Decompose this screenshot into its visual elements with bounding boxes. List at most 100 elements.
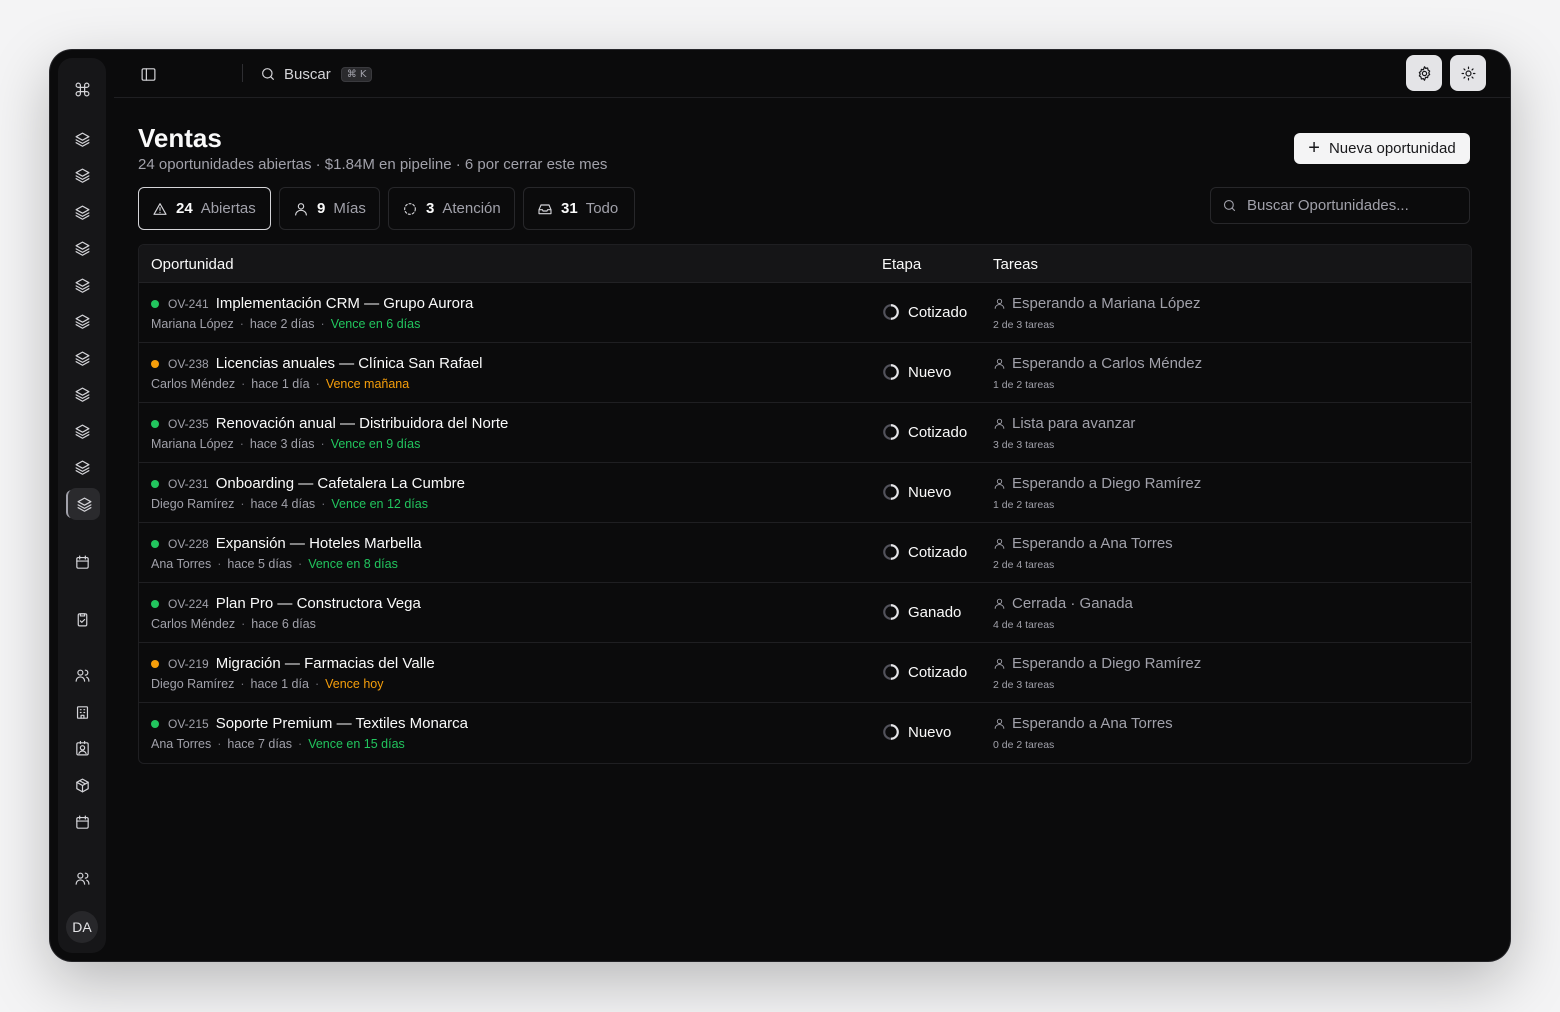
stage-cell[interactable]: Nuevo <box>882 723 951 741</box>
user-icon <box>994 418 1005 429</box>
layers-icon[interactable] <box>66 232 98 264</box>
layers-icon[interactable] <box>66 123 98 155</box>
task-status-text: Esperando a Diego Ramírez <box>1012 655 1202 672</box>
progress-ring-icon <box>883 604 899 620</box>
clipboard-check-icon[interactable] <box>66 603 98 635</box>
column-header[interactable]: Tareas <box>993 256 1038 273</box>
owner-name: Diego Ramírez <box>151 677 235 691</box>
filter-todo[interactable]: 31 Todo <box>523 187 635 230</box>
table-row[interactable]: OV-215 Soporte Premium — Textiles Monarca… <box>139 703 1471 762</box>
table-row[interactable]: OV-224 Plan Pro — Constructora Vega Carlos… <box>139 583 1471 643</box>
time-ago: hace 6 días <box>251 617 316 631</box>
table-row[interactable]: OV-241 Implementación CRM — Grupo Aurora M… <box>139 283 1471 343</box>
stage-label: Nuevo <box>908 363 952 381</box>
stage-cell[interactable]: Ganado <box>882 603 961 621</box>
new-opportunity-label: Nueva oportunidad <box>1328 140 1456 157</box>
user-icon <box>994 658 1005 669</box>
task-count: 2 de 3 tareas <box>993 319 1055 331</box>
new-opportunity-button[interactable]: + Nueva oportunidad <box>1294 133 1470 164</box>
users-icon[interactable] <box>66 862 98 894</box>
user-icon <box>994 598 1005 609</box>
filter-mias[interactable]: 9 Mías <box>279 187 380 230</box>
sun-icon <box>1461 66 1475 80</box>
table-row[interactable]: OV-231 Onboarding — Cafetalera La Cumbre D… <box>139 463 1471 523</box>
opportunity-title[interactable]: Soporte Premium — Textiles Monarca <box>216 715 468 732</box>
search-input[interactable] <box>1245 196 1469 215</box>
opportunity-meta: Ana Torres · hace 5 días · Vence en 8 días <box>151 557 398 571</box>
filter-label: Mías <box>333 200 366 217</box>
layers-icon[interactable] <box>66 305 98 337</box>
task-count: 1 de 2 tareas <box>993 499 1055 511</box>
dashed-circle-icon <box>404 202 416 215</box>
owner-name: Ana Torres <box>151 737 212 751</box>
stage-label: Cotizado <box>908 423 968 441</box>
filter-atencion[interactable]: 3 Atención <box>388 187 515 230</box>
sidebar-toggle-icon[interactable] <box>136 62 160 86</box>
layers-icon[interactable] <box>66 159 98 191</box>
avatar[interactable]: DA <box>66 911 98 943</box>
table-row[interactable]: OV-228 Expansión — Hoteles Marbella Ana To… <box>139 523 1471 583</box>
progress-ring-icon <box>883 364 899 380</box>
task-status-text: Esperando a Diego Ramírez <box>1012 475 1202 492</box>
table-row[interactable]: OV-219 Migración — Farmacias del Valle Die… <box>139 643 1471 703</box>
layers-icon[interactable] <box>66 415 98 447</box>
page-title: Ventas <box>138 123 222 153</box>
column-header[interactable]: Etapa <box>882 256 921 273</box>
layers-icon[interactable] <box>66 378 98 410</box>
opportunity-title[interactable]: Expansión — Hoteles Marbella <box>216 535 422 552</box>
owner-name: Diego Ramírez <box>151 497 235 511</box>
opportunity-title[interactable]: Licencias anuales — Clínica San Rafael <box>216 355 483 372</box>
calendar-icon[interactable] <box>66 806 98 838</box>
time-ago: hace 7 días <box>227 737 293 751</box>
global-search-button[interactable]: Buscar ⌘ K <box>260 62 373 86</box>
opportunity-title[interactable]: Plan Pro — Constructora Vega <box>216 595 421 612</box>
stage-cell[interactable]: Cotizado <box>882 423 967 441</box>
table-row[interactable]: OV-235 Renovación anual — Distribuidora d… <box>139 403 1471 463</box>
users-icon[interactable] <box>66 659 98 691</box>
task-count: 2 de 4 tareas <box>993 559 1055 571</box>
layers-icon[interactable] <box>66 196 98 228</box>
stage-cell[interactable]: Cotizado <box>882 303 967 321</box>
status-dot <box>151 480 159 488</box>
top-bar: Buscar ⌘ K <box>114 50 1510 98</box>
package-icon[interactable] <box>66 769 98 801</box>
keyboard-shortcut: ⌘ K <box>340 66 373 82</box>
task-status: Esperando a Diego Ramírez <box>993 655 1201 672</box>
command-icon[interactable] <box>66 73 98 105</box>
task-status-text: Esperando a Mariana López <box>1012 295 1201 312</box>
building-icon[interactable] <box>66 696 98 728</box>
contact-icon[interactable] <box>66 732 98 764</box>
opportunity-title[interactable]: Implementación CRM — Grupo Aurora <box>216 295 474 312</box>
opportunity-title[interactable]: Onboarding — Cafetalera La Cumbre <box>216 475 465 492</box>
stage-cell[interactable]: Cotizado <box>882 663 967 681</box>
table-row[interactable]: OV-238 Licencias anuales — Clínica San Ra… <box>139 343 1471 403</box>
settings-button[interactable] <box>1406 55 1442 91</box>
page-subtitle: 24 oportunidades abiertas · $1.84M en pi… <box>138 156 608 173</box>
opportunity-code: OV-238 <box>168 357 209 371</box>
owner-name: Mariana López <box>151 317 234 331</box>
layers-icon[interactable] <box>66 451 98 483</box>
theme-toggle-button[interactable] <box>1450 55 1486 91</box>
task-count: 2 de 3 tareas <box>993 679 1055 691</box>
layers-icon[interactable] <box>68 488 100 520</box>
user-icon <box>994 478 1005 489</box>
stage-label: Nuevo <box>908 483 952 501</box>
user-icon <box>994 538 1005 549</box>
filter-abiertas[interactable]: 24 Abiertas <box>138 187 271 230</box>
layers-icon[interactable] <box>66 269 98 301</box>
layers-icon[interactable] <box>66 342 98 374</box>
task-status: Cerrada · Ganada <box>993 595 1133 612</box>
alert-triangle-icon <box>153 202 167 215</box>
opportunity-title[interactable]: Migración — Farmacias del Valle <box>216 655 435 672</box>
calendar-icon[interactable] <box>66 546 98 578</box>
stage-cell[interactable]: Nuevo <box>882 483 951 501</box>
stage-cell[interactable]: Nuevo <box>882 363 951 381</box>
opportunity-title[interactable]: Renovación anual — Distribuidora del Nor… <box>216 415 509 432</box>
progress-ring-icon <box>883 544 899 560</box>
stage-cell[interactable]: Cotizado <box>882 543 967 561</box>
task-status: Esperando a Ana Torres <box>993 715 1173 732</box>
time-ago: hace 2 días <box>249 317 315 331</box>
column-header[interactable]: Oportunidad <box>151 256 234 273</box>
stage-label: Cotizado <box>908 543 968 561</box>
opportunity-title-line: OV-238 Licencias anuales — Clínica San Ra… <box>168 355 483 372</box>
